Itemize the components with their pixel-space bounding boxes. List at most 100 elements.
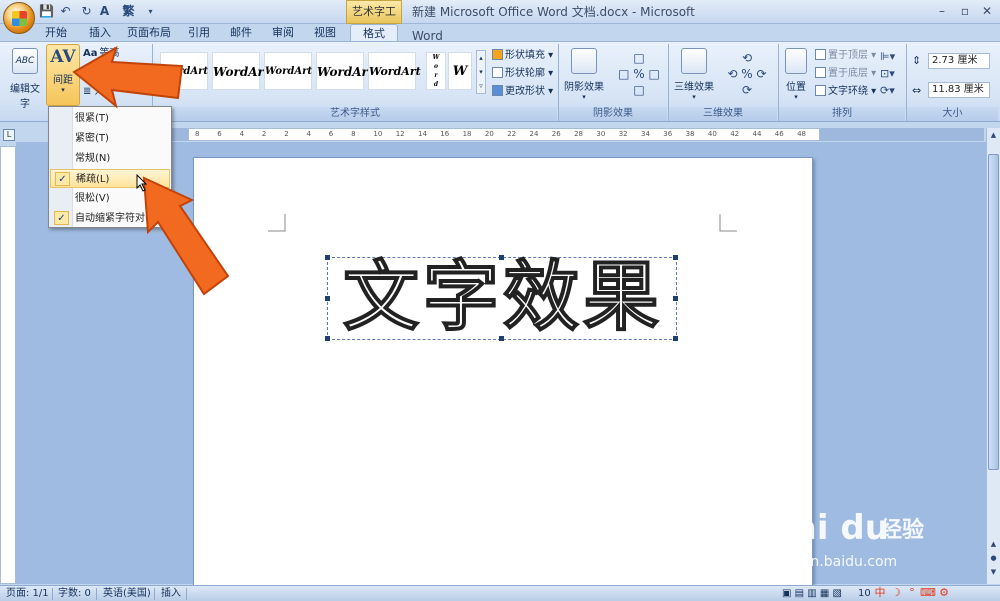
ime-keyboard-icon[interactable]: ⌨ [920, 584, 936, 601]
zoom-level[interactable]: 10 [858, 586, 871, 601]
spacing-menu-item[interactable]: 常规(N) [50, 149, 170, 168]
resize-handle[interactable] [673, 255, 678, 260]
baidu-jingyan-text: 经验 [880, 518, 925, 543]
ruler-tick-label: 36 [663, 130, 673, 138]
height-input[interactable]: 2.73 厘米 [928, 53, 990, 69]
scroll-down-icon[interactable]: ▼ [988, 566, 999, 578]
wordart-style-7[interactable]: W [448, 52, 472, 90]
resize-handle[interactable] [499, 255, 504, 260]
tab-references[interactable]: 引用 [182, 24, 216, 41]
office-button[interactable] [3, 2, 35, 34]
wordart-style-2[interactable]: WordArt [212, 52, 269, 90]
traditional-chinese-icon[interactable]: 繁 [120, 3, 137, 20]
scroll-thumb[interactable] [988, 154, 999, 470]
horizontal-ruler[interactable]: 8 6 4 2 2 4 6 8 10 12 14 16 18 20 22 24 26 28 30 32 34 36 38 40… [188, 128, 820, 141]
resize-handle[interactable] [325, 336, 330, 341]
save-icon[interactable]: 💾 [38, 3, 55, 20]
ruler-tick-label: 18 [462, 130, 472, 138]
undo-icon[interactable]: ↶ [57, 3, 74, 20]
ruler-margin-right [820, 128, 984, 141]
wordart-style-5[interactable]: WordArt [368, 52, 421, 90]
view-buttons[interactable]: ▣ ▤ ▥ ▦ ▧ [782, 586, 842, 601]
resize-handle[interactable] [673, 336, 678, 341]
shadow-effects-button[interactable]: 阴影效果 ▾ [564, 48, 604, 101]
shadow-icon [571, 48, 597, 74]
check-icon: ✓ [54, 211, 69, 225]
send-to-back-button[interactable]: 置于底层 ▾ [815, 66, 876, 81]
wordart-text[interactable]: 文字效果 [328, 251, 678, 342]
3d-effects-button[interactable]: 三维效果 ▾ [673, 48, 715, 101]
edit-text-button[interactable]: ABC 编辑文字 [6, 48, 44, 110]
shape-fill-button[interactable]: 形状填充 ▾ [492, 48, 553, 63]
baidu-watermark: Bai du 经验 jingyan.baidu.com [768, 492, 948, 582]
position-button[interactable]: 位置 ▾ [783, 48, 809, 101]
ruler-tab-selector[interactable]: L [3, 129, 15, 141]
ruler-tick-label: 2 [284, 130, 289, 138]
tab-page-layout[interactable]: 页面布局 [126, 24, 172, 41]
wordart-style-4[interactable]: WordArt [316, 52, 373, 90]
browse-object-icon[interactable]: ● [988, 552, 999, 564]
office-logo-icon [12, 11, 27, 26]
bring-to-front-button[interactable]: 置于顶层 ▾ [815, 48, 876, 63]
spellcheck-icon[interactable]: A [96, 3, 113, 20]
minimize-icon[interactable]: – [930, 2, 954, 20]
ruler-tick-label: 38 [685, 130, 695, 138]
width-input[interactable]: 11.83 厘米 [928, 82, 990, 98]
spacing-menu-item[interactable]: 紧密(T) [50, 129, 170, 148]
tab-home[interactable]: 开始 [38, 24, 74, 41]
wordart-style-3[interactable]: WordArt [264, 52, 312, 90]
shape-outline-button[interactable]: 形状轮廓 ▾ [492, 66, 553, 81]
baidu-url: jingyan.baidu.com [768, 554, 898, 570]
ruler-tick-label: 22 [507, 130, 517, 138]
shadow-nudge-icons[interactable]: □ □ % □ □ [614, 50, 664, 100]
resize-handle[interactable] [325, 296, 330, 301]
ime-punct-icon[interactable]: ° [904, 584, 920, 601]
wordart-style-6-vertical[interactable]: Word [426, 52, 446, 90]
change-shape-icon [492, 85, 503, 96]
vertical-ruler[interactable] [0, 146, 16, 584]
ruler-tick-label: 10 [373, 130, 383, 138]
maximize-icon[interactable]: ▫ [953, 2, 977, 20]
resize-handle[interactable] [499, 336, 504, 341]
page-count[interactable]: 页面: 1/1 [6, 586, 49, 601]
crop-mark-top-left [268, 214, 286, 232]
word-count[interactable]: 字数: 0 [58, 586, 91, 601]
insert-mode[interactable]: 插入 [161, 586, 181, 601]
tab-view[interactable]: 视图 [308, 24, 342, 41]
text-wrapping-button[interactable]: 文字环绕 ▾ [815, 84, 876, 99]
language[interactable]: 英语(美国) [103, 586, 151, 601]
ime-toolbar[interactable]: 中 ☽ ° ⌨ ⚙ [872, 584, 982, 601]
resize-handle[interactable] [325, 255, 330, 260]
change-shape-button[interactable]: 更改形状 ▾ [492, 84, 553, 99]
vertical-scrollbar[interactable]: ▲ ▲ ● ▼ [986, 128, 1000, 584]
ruler-tick-label: 42 [730, 130, 740, 138]
pen-icon [492, 67, 503, 78]
close-icon[interactable]: ✕ [975, 2, 999, 20]
ruler-tick-label: 30 [596, 130, 606, 138]
scroll-up-icon[interactable]: ▲ [988, 129, 999, 141]
bring-front-icon [815, 49, 826, 60]
scroll-up-icon[interactable]: ▲ [988, 538, 999, 550]
ime-settings-icon[interactable]: ⚙ [936, 584, 952, 601]
align-group-icons[interactable]: ⊫▾ ⊡▾ ⟳▾ [880, 48, 902, 100]
3d-tilt-icons[interactable]: ⟲ ⟲ % ⟳ ⟳ [720, 50, 774, 100]
ime-halfwidth-icon[interactable]: ☽ [888, 584, 904, 601]
tab-insert[interactable]: 插入 [82, 24, 118, 41]
ruler-tick-label: 44 [752, 130, 762, 138]
tab-format[interactable]: 格式 [350, 24, 398, 41]
ruler-ticks: 8 6 4 2 2 4 6 8 10 12 14 16 18 20 22 24 26 28 30 32 34 36 38 40… [189, 130, 819, 140]
ime-chinese-icon[interactable]: 中 [872, 584, 888, 601]
ruler-tick-label: 20 [484, 130, 494, 138]
document-page[interactable] [193, 157, 813, 587]
ruler-tick-label: 2 [261, 130, 267, 138]
tab-review[interactable]: 审阅 [266, 24, 300, 41]
redo-icon[interactable]: ↻ [78, 3, 95, 20]
wordart-styles-group-label: 艺术字样式 [153, 107, 557, 121]
3d-box-icon [681, 48, 707, 74]
qat-customize-icon[interactable]: ▾ [142, 3, 159, 20]
ruler-tick-label: 48 [797, 130, 807, 138]
gallery-scroll[interactable]: ▴ ▾ ▿ [476, 50, 486, 94]
wordart-object[interactable]: 文字效果 [325, 251, 678, 342]
tab-mailings[interactable]: 邮件 [224, 24, 258, 41]
resize-handle[interactable] [673, 296, 678, 301]
